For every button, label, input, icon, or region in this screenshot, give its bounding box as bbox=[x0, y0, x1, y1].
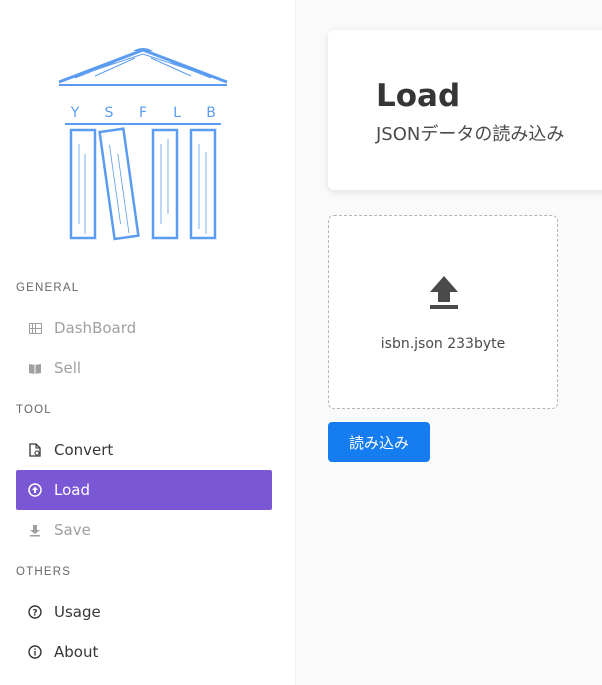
upload-circle-icon bbox=[28, 483, 42, 497]
load-button[interactable]: 読み込み bbox=[328, 422, 430, 462]
sidebar-item-label: DashBoard bbox=[54, 319, 137, 337]
sidebar-item-sell[interactable]: Sell bbox=[16, 348, 272, 388]
book-open-icon bbox=[28, 361, 42, 375]
sidebar-item-about[interactable]: About bbox=[16, 632, 272, 672]
sidebar-item-load[interactable]: Load bbox=[16, 470, 272, 510]
selected-file-info: isbn.json 233byte bbox=[380, 336, 506, 352]
logo-letter-l: L bbox=[173, 105, 181, 121]
svg-text:?: ? bbox=[32, 609, 37, 619]
sidebar-item-label: Usage bbox=[54, 603, 101, 621]
logo-letter-b: B bbox=[206, 105, 216, 121]
logo-letter-s: S bbox=[105, 105, 114, 121]
sidebar-item-label: Convert bbox=[54, 441, 114, 459]
file-dropzone[interactable]: isbn.json 233byte bbox=[328, 215, 558, 409]
logo-letter-y: Y bbox=[70, 105, 80, 121]
page-subtitle: JSONデータの読み込み bbox=[376, 124, 565, 145]
sidebar-item-label: Sell bbox=[54, 359, 82, 377]
sidebar-item-label: Save bbox=[54, 521, 91, 539]
section-title-tool: TOOL bbox=[16, 404, 52, 416]
logo-letter-f: F bbox=[139, 105, 147, 121]
upload-icon bbox=[430, 276, 458, 309]
sidebar-item-dashboard[interactable]: DashBoard bbox=[16, 308, 272, 348]
page-header-card: Load JSONデータの読み込み bbox=[328, 30, 602, 190]
sidebar-item-label: About bbox=[54, 643, 99, 661]
sidebar-item-label: Load bbox=[54, 481, 90, 499]
info-circle-icon bbox=[28, 645, 42, 659]
view-dashboard-icon bbox=[28, 321, 42, 335]
help-circle-icon: ? bbox=[28, 605, 42, 619]
page-title: Load bbox=[376, 78, 461, 114]
download-icon bbox=[28, 523, 42, 537]
sidebar-item-usage[interactable]: ? Usage bbox=[16, 592, 272, 632]
section-title-general: GENERAL bbox=[16, 282, 80, 294]
section-title-others: OTHERS bbox=[16, 566, 72, 578]
file-convert-icon bbox=[28, 443, 42, 457]
sidebar: Y S F L B GENERAL DashBoard Sell TOOL Co… bbox=[0, 0, 296, 685]
sidebar-item-save[interactable]: Save bbox=[16, 510, 272, 550]
sidebar-item-convert[interactable]: Convert bbox=[16, 430, 272, 470]
ysflb-logo: Y S F L B bbox=[58, 48, 228, 241]
